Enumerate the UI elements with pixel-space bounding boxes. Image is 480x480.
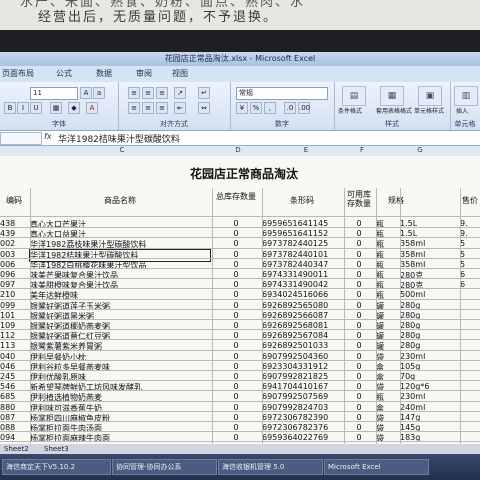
- styles-group-label: 样式: [385, 120, 399, 128]
- wrap-text-icon[interactable]: ↵: [198, 87, 210, 99]
- header-barcode: 条形码: [290, 196, 314, 205]
- sheet-tab-3[interactable]: Sheet3: [44, 445, 69, 453]
- align-middle-icon[interactable]: ≡: [142, 87, 154, 99]
- cells-group-label: 单元格: [454, 120, 476, 128]
- grid-vline: [344, 188, 345, 444]
- cell-style-button[interactable]: 单元格样式: [414, 106, 444, 115]
- task-pos-manager[interactable]: 海信收银机管理 5.0: [218, 459, 323, 475]
- number-format-select[interactable]: 常规: [236, 87, 328, 100]
- font-group: 11 A a B I U ▦ ◆ A 字体: [0, 82, 119, 130]
- tab-page-layout[interactable]: 页面布局: [2, 68, 34, 79]
- ribbon: 11 A a B I U ▦ ◆ A 字体 ≡ ≡ ≡ ↗ ↵ ≡ ≡ ≡ ⇤ …: [0, 82, 480, 131]
- sheet-title: 花园店正常商品淘汰: [190, 167, 299, 181]
- number-group-label: 数字: [275, 120, 289, 128]
- formula-bar: fx 华洋1982桔味果汁型碳酸饮料: [0, 131, 480, 146]
- column-header-f[interactable]: F: [352, 146, 372, 154]
- monitor-bezel: [0, 30, 480, 52]
- cells-group: ▥ 插入 单元格: [450, 82, 480, 130]
- grow-font-button[interactable]: A: [80, 87, 92, 99]
- grid-vline: [30, 188, 31, 444]
- sheet-tabs: Sheet2 Sheet3: [0, 444, 480, 454]
- column-header-c[interactable]: C: [112, 146, 132, 154]
- header-available: 可用库存数量: [347, 190, 371, 208]
- tab-data[interactable]: 数据: [96, 68, 112, 79]
- grid-vline: [400, 188, 401, 444]
- tab-formulas[interactable]: 公式: [56, 68, 72, 79]
- grid-vline: [212, 188, 213, 444]
- align-bottom-icon[interactable]: ≡: [156, 87, 168, 99]
- alignment-group: ≡ ≡ ≡ ↗ ↵ ≡ ≡ ≡ ⇤ ⇔ 对齐方式: [118, 82, 231, 130]
- italic-button[interactable]: I: [17, 102, 29, 114]
- task-haixin-shop[interactable]: 海信商定天下V5.10.2: [2, 459, 111, 475]
- merge-cells-icon[interactable]: ⇔: [198, 102, 210, 114]
- paper-text: 经营出后，无质量问题，不予退换。: [38, 10, 279, 25]
- increase-decimal-icon[interactable]: .0: [284, 102, 296, 114]
- grid-hline: [0, 216, 480, 217]
- align-top-icon[interactable]: ≡: [128, 87, 140, 99]
- comma-icon[interactable]: ,: [264, 102, 276, 114]
- align-center-icon[interactable]: ≡: [142, 102, 154, 114]
- font-color-icon[interactable]: A: [86, 102, 98, 114]
- shrink-font-button[interactable]: a: [93, 87, 105, 99]
- align-left-icon[interactable]: ≡: [128, 102, 140, 114]
- number-group: 常规 ¥ % , .0 .00 数字: [230, 82, 335, 130]
- taskbar: 海信商定天下V5.10.2 协同管理-协同办公系 海信收银机管理 5.0 Mic…: [0, 454, 480, 480]
- grid-vline: [262, 188, 263, 444]
- insert-cell-button[interactable]: 插入: [456, 106, 468, 115]
- underline-button[interactable]: U: [30, 102, 42, 114]
- sheet-tab-2[interactable]: Sheet2: [4, 445, 29, 453]
- grid-vline: [460, 188, 461, 444]
- align-right-icon[interactable]: ≡: [156, 102, 168, 114]
- header-name: 商品名称: [104, 196, 136, 205]
- column-header-e[interactable]: E: [296, 146, 316, 154]
- table-format-icon[interactable]: ▦: [380, 86, 404, 106]
- column-header-g[interactable]: G: [410, 146, 430, 154]
- indent-icon[interactable]: ⇤: [174, 102, 186, 114]
- bold-button[interactable]: B: [4, 102, 16, 114]
- header-code: 编码: [6, 196, 22, 205]
- formula-content[interactable]: 华洋1982桔味果汁型碳酸饮料: [58, 132, 180, 145]
- tab-view[interactable]: 视图: [172, 68, 188, 79]
- insert-cell-icon[interactable]: ▥: [454, 86, 478, 106]
- percent-icon[interactable]: %: [250, 102, 262, 114]
- fill-color-icon[interactable]: ◆: [68, 102, 80, 114]
- window-title: 花园店正常品淘汰.xlsx - Microsoft Excel: [0, 52, 480, 66]
- font-size-select[interactable]: 11: [30, 87, 78, 100]
- cell-style-icon[interactable]: ▣: [418, 86, 442, 106]
- ribbon-tabs: 页面布局 公式 数据 审阅 视图: [0, 66, 480, 83]
- styles-group: ▤ ▦ ▣ 条件格式 套用表格格式 单元格样式 样式: [334, 82, 451, 130]
- grid-hline: [0, 441, 480, 443]
- border-icon[interactable]: ▦: [50, 102, 62, 114]
- task-excel[interactable]: Microsoft Excel: [324, 459, 429, 475]
- task-oa[interactable]: 协同管理-协同办公系: [112, 459, 217, 475]
- conditional-format-button[interactable]: 条件格式: [338, 106, 362, 115]
- name-box[interactable]: [0, 132, 42, 145]
- spreadsheet-grid[interactable]: 花园店正常商品淘汰 编码 商品名称 总库存数量 条形码 可用库存数量 规格 售价…: [0, 156, 480, 444]
- currency-icon[interactable]: ¥: [236, 102, 248, 114]
- column-header-d[interactable]: D: [228, 146, 248, 154]
- header-stock: 总库存数量: [216, 192, 256, 201]
- header-price: 售价: [462, 196, 478, 205]
- conditional-format-icon[interactable]: ▤: [342, 86, 366, 106]
- font-group-label: 字体: [52, 120, 66, 128]
- tab-review[interactable]: 审阅: [136, 68, 152, 79]
- grid-vline: [376, 188, 377, 444]
- header-spec: 规格: [388, 196, 404, 205]
- background-paper: 水产、米面、熟食、奶粉、面点、熟肉、水 经营出后，无质量问题，不予退换。: [0, 0, 480, 30]
- orientation-icon[interactable]: ↗: [174, 87, 186, 99]
- fx-icon[interactable]: fx: [44, 132, 52, 141]
- decrease-decimal-icon[interactable]: .00: [298, 102, 310, 114]
- table-format-button[interactable]: 套用表格格式: [376, 106, 412, 115]
- alignment-group-label: 对齐方式: [160, 120, 188, 128]
